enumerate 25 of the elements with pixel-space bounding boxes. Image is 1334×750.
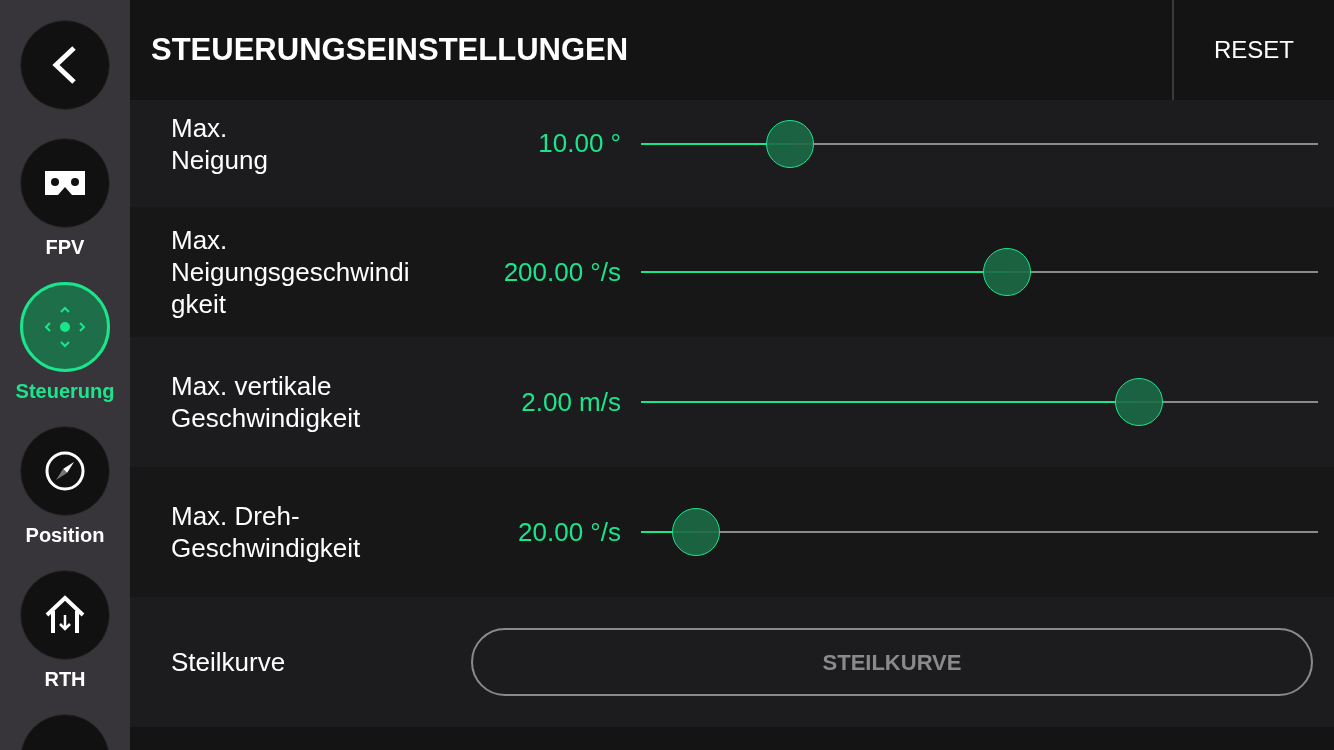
slider[interactable] bbox=[641, 507, 1318, 557]
value-reading: 20.00 °/s bbox=[517, 515, 621, 549]
setting-label: Max. vertikale Geschwindigkeit bbox=[171, 370, 362, 434]
nav-label: Steuerung bbox=[15, 379, 115, 404]
nav-label: Position bbox=[25, 523, 105, 548]
steilkurve-button[interactable]: STEILKURVE bbox=[471, 628, 1313, 696]
slider-thumb[interactable] bbox=[671, 508, 720, 556]
setting-label: Max. Neigung bbox=[171, 111, 269, 176]
page-title: STEUERUNGSEINSTELLUNGEN bbox=[150, 30, 630, 69]
value-reading: 10.00 ° bbox=[537, 127, 621, 160]
setting-label: Steilkurve bbox=[171, 646, 287, 678]
value-reading: 200.00 °/s bbox=[502, 255, 621, 289]
directional-pad-icon bbox=[42, 304, 88, 350]
compass-icon bbox=[44, 450, 86, 492]
slider[interactable] bbox=[641, 247, 1318, 297]
nav-label: RTH bbox=[44, 667, 86, 692]
setting-label: Max. Dreh- Geschwindigkeit bbox=[171, 500, 362, 564]
setting-label: Max. Neigungsgeschwindi gkeit bbox=[171, 224, 411, 320]
slider-thumb[interactable] bbox=[1115, 378, 1164, 426]
vr-headset-icon bbox=[42, 169, 88, 197]
value-reading: 2.00 m/s bbox=[520, 385, 621, 419]
slider[interactable] bbox=[641, 118, 1318, 169]
slider[interactable] bbox=[641, 377, 1318, 427]
slider-thumb[interactable] bbox=[982, 248, 1031, 296]
nav-label: FPV bbox=[45, 235, 85, 260]
